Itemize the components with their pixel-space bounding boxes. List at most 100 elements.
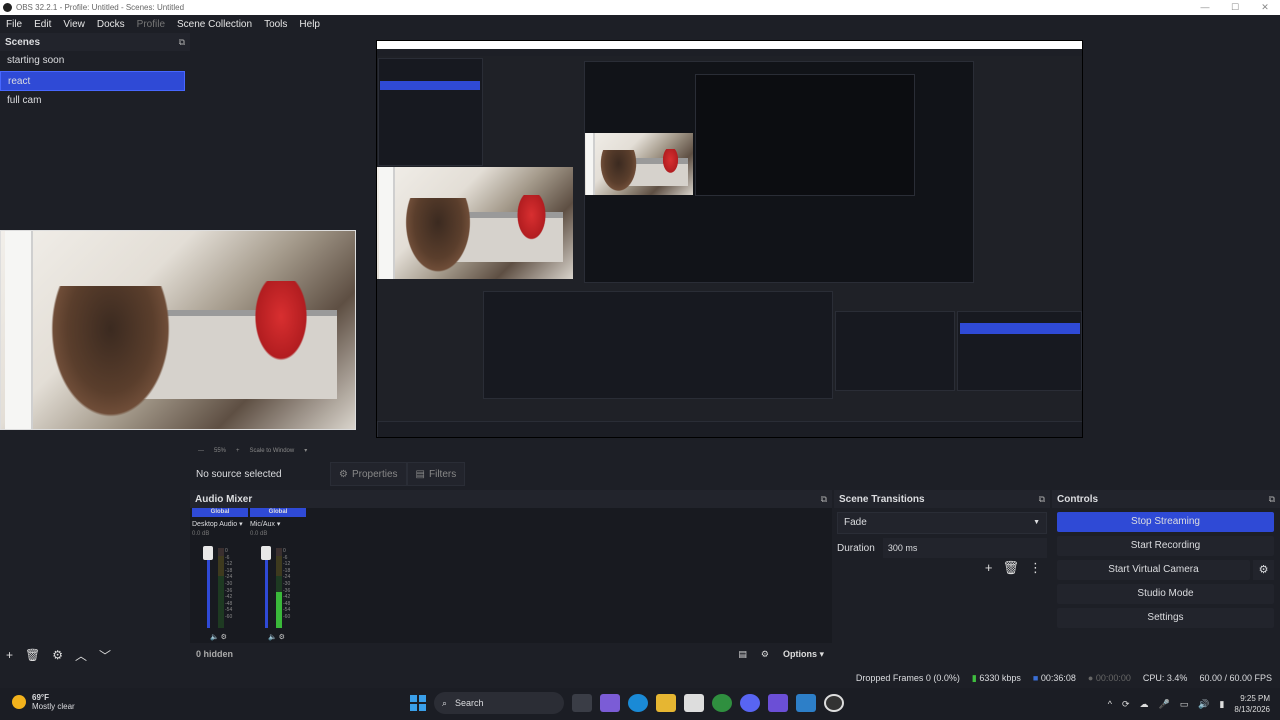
photos-icon[interactable] — [796, 694, 816, 712]
undock-icon[interactable]: ⧉ — [179, 37, 185, 48]
app-grid-icon[interactable] — [768, 694, 788, 712]
obs-icon[interactable] — [824, 694, 844, 712]
preview-canvas[interactable] — [376, 40, 1083, 438]
menu-edit[interactable]: Edit — [28, 19, 57, 30]
stop-streaming-button[interactable]: Stop Streaming — [1057, 512, 1274, 532]
menu-docks[interactable]: Docks — [91, 19, 131, 30]
edge-icon[interactable] — [628, 694, 648, 712]
channel-menu-icon[interactable]: ⚙ — [221, 634, 227, 641]
start-virtual-camera-button[interactable]: Start Virtual Camera — [1057, 560, 1250, 580]
preview-area[interactable] — [0, 33, 1280, 443]
volume-slider[interactable] — [261, 546, 271, 628]
context-bar: No source selected ⚙ Properties ▤ Filter… — [190, 460, 1280, 488]
channel-name[interactable]: Desktop Audio ▾ — [192, 520, 248, 528]
volume-icon[interactable]: 🔊 — [1198, 699, 1209, 710]
search-label: Search — [455, 698, 484, 708]
scene-item-starting-soon[interactable]: starting soon — [0, 51, 185, 71]
transition-actions: + 🗑 ⋮ — [985, 560, 1042, 576]
speaker-icon[interactable]: 🔈 — [268, 634, 277, 641]
cloud-icon[interactable]: ☁ — [1140, 699, 1149, 710]
zoom-bar: — 55% + Scale to Window ▾ — [190, 443, 1280, 458]
transitions-title: Scene Transitions — [839, 493, 925, 505]
menu-profile[interactable]: Profile — [131, 19, 171, 30]
filter-icon: ▤ — [415, 468, 425, 480]
taskbar-search[interactable]: ⌕ Search — [434, 692, 564, 714]
transitions-header: Scene Transitions ⧉ — [834, 490, 1050, 508]
scene-filters-icon[interactable]: ⚙ — [52, 648, 63, 662]
mixer-footer: 0 hidden ▤ ⚙ Options ▾ — [190, 643, 832, 665]
taskbar-apps: ⌕ Search — [410, 692, 844, 714]
properties-label: Properties — [351, 468, 398, 480]
channel-scope: Global — [250, 508, 306, 517]
add-scene-icon[interactable]: + — [6, 648, 13, 662]
undock-icon[interactable]: ⧉ — [1039, 494, 1045, 505]
add-icon[interactable]: + — [985, 560, 993, 576]
mic-icon[interactable]: 🎤 — [1159, 699, 1170, 710]
settings-button[interactable]: Settings — [1057, 608, 1274, 628]
channel-db: 0.0 dB — [192, 531, 210, 537]
zoom-out-icon[interactable]: — — [198, 448, 204, 454]
move-down-icon[interactable]: ﹀ — [99, 647, 111, 664]
obs-logo-icon — [3, 3, 12, 12]
duration-input[interactable]: 300 ms — [882, 538, 1047, 558]
nested-menubar — [377, 49, 1082, 56]
chevron-up-icon[interactable]: ^ — [1108, 699, 1112, 709]
menu-file[interactable]: File — [0, 19, 28, 30]
mixer-title: Audio Mixer — [195, 493, 253, 505]
nested-webcam-frame — [377, 167, 573, 279]
nested-webcam-frame-2 — [585, 133, 693, 195]
weather-condition: Mostly clear — [32, 702, 75, 711]
volume-meter — [218, 548, 224, 628]
stream-icon: ■ — [1032, 673, 1039, 683]
maximize-icon[interactable]: ☐ — [1220, 0, 1250, 15]
chrome-icon[interactable] — [712, 694, 732, 712]
start-recording-button[interactable]: Start Recording — [1057, 536, 1274, 556]
minimize-icon[interactable]: — — [1190, 0, 1220, 15]
sync-icon[interactable]: ⟳ — [1122, 699, 1130, 710]
scale-mode[interactable]: Scale to Window — [250, 448, 295, 454]
transition-select[interactable]: Fade ▼ — [837, 512, 1047, 534]
channel-menu-icon[interactable]: ⚙ — [279, 634, 285, 641]
scenes-title: Scenes — [5, 36, 41, 48]
channel-name[interactable]: Mic/Aux ▾ — [250, 520, 306, 528]
advanced-audio-icon[interactable]: ⚙ — [761, 649, 769, 660]
file-explorer-icon[interactable] — [656, 694, 676, 712]
nested-titlebar — [377, 41, 1082, 49]
menu-scene-collection[interactable]: Scene Collection — [171, 19, 258, 30]
volume-slider[interactable] — [203, 546, 213, 628]
weather-icon — [12, 695, 26, 709]
layout-icon[interactable]: ▤ — [738, 649, 747, 660]
menu-help[interactable]: Help — [293, 19, 326, 30]
properties-button[interactable]: ⚙ Properties — [330, 462, 407, 486]
nested-taskbar — [377, 421, 1082, 437]
dropped-frames: Dropped Frames 0 (0.0%) — [855, 673, 960, 683]
more-icon[interactable]: ⋮ — [1029, 560, 1042, 576]
clock[interactable]: 9:25 PM 8/13/2026 — [1234, 693, 1270, 715]
chevron-down-icon[interactable]: ▾ — [304, 447, 307, 454]
webcam-source[interactable] — [0, 230, 356, 430]
speaker-icon[interactable]: 🔈 — [210, 634, 219, 641]
filters-button[interactable]: ▤ Filters — [406, 462, 466, 486]
store-icon[interactable] — [684, 694, 704, 712]
options-button[interactable]: Options ▾ — [783, 649, 824, 660]
menu-view[interactable]: View — [57, 19, 91, 30]
studio-mode-button[interactable]: Studio Mode — [1057, 584, 1274, 604]
scene-item-full-cam[interactable]: full cam — [0, 91, 185, 111]
move-up-icon[interactable]: ︿ — [75, 647, 87, 664]
close-icon[interactable]: ✕ — [1250, 0, 1280, 15]
task-view-icon[interactable] — [572, 694, 592, 712]
scene-item-react[interactable]: react — [0, 71, 185, 91]
copilot-icon[interactable] — [600, 694, 620, 712]
remove-scene-icon[interactable]: 🗑 — [25, 648, 40, 662]
battery-icon[interactable]: ▮ — [1219, 699, 1224, 710]
discord-icon[interactable] — [740, 694, 760, 712]
zoom-in-icon[interactable]: + — [236, 448, 240, 454]
start-icon[interactable] — [410, 695, 426, 711]
menu-tools[interactable]: Tools — [258, 19, 293, 30]
undock-icon[interactable]: ⧉ — [1269, 494, 1275, 505]
undock-icon[interactable]: ⧉ — [821, 494, 827, 505]
network-icon[interactable]: ▭ — [1180, 699, 1189, 710]
virtual-camera-gear-icon[interactable]: ⚙ — [1253, 560, 1274, 580]
trash-icon[interactable]: 🗑 — [1002, 560, 1019, 576]
weather-widget[interactable]: 69°F Mostly clear — [12, 693, 75, 711]
